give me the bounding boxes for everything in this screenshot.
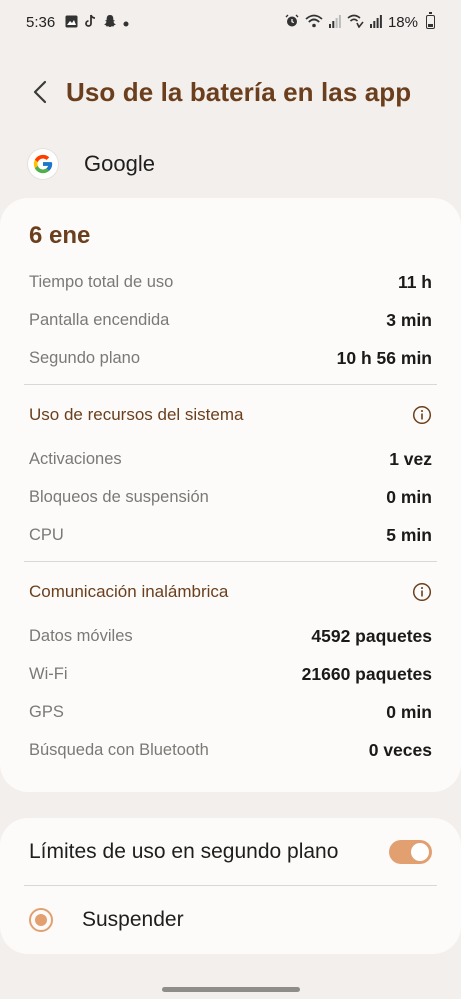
google-g-icon [28,149,58,179]
stat-value: 21660 paquetes [301,663,432,684]
stat-value: 3 min [386,309,432,330]
wifi-call-icon [347,14,364,30]
stat-value: 0 min [386,486,432,507]
app-header: Uso de la batería en las app [0,62,461,122]
section-title: Comunicación inalámbrica [29,582,229,601]
background-limits-toggle[interactable] [389,840,432,864]
background-limits-card: Límites de uso en segundo plano Suspende… [0,818,461,954]
stat-label: Datos móviles [29,626,133,645]
stat-label: Búsqueda con Bluetooth [29,740,209,759]
battery-icon [426,12,435,29]
stat-row-cpu: CPU 5 min [29,523,432,547]
gallery-icon [65,15,78,30]
stat-value: 0 veces [368,739,432,760]
stat-row-mobile-data: Datos móviles 4592 paquetes [29,624,432,648]
status-bar: 5:36 18% [0,0,461,44]
stat-label: Pantalla encendida [29,310,170,329]
radio-selected-dot [35,914,47,926]
alarm-icon [285,14,299,30]
page-title: Uso de la batería en las app [66,76,412,107]
section-title: Uso de recursos del sistema [29,405,244,424]
gesture-nav-handle[interactable] [162,987,300,992]
info-icon[interactable] [412,405,432,425]
chevron-left-icon [33,80,47,104]
stat-row-wakelocks: Bloqueos de suspensión 0 min [29,485,432,509]
stat-label: Activaciones [29,449,122,468]
app-info-row: Google [28,146,155,182]
divider [24,384,437,385]
divider [24,561,437,562]
stat-value: 0 min [386,701,432,722]
tiktok-icon [84,14,97,30]
stat-row-background: Segundo plano 10 h 56 min [29,346,432,370]
stat-label: Tiempo total de uso [29,272,174,291]
stat-value: 10 h 56 min [336,347,432,368]
usage-date: 6 ene [29,222,91,249]
wireless-header: Comunicación inalámbrica [29,580,432,604]
back-button[interactable] [20,72,60,112]
suspend-option[interactable]: Suspender [29,906,184,934]
battery-usage-card: 6 ene Tiempo total de uso 11 h Pantalla … [0,198,461,792]
background-limits-row[interactable]: Límites de uso en segundo plano [29,838,432,866]
stat-row-bluetooth-scan: Búsqueda con Bluetooth 0 veces [29,738,432,762]
toggle-knob [411,843,429,861]
stat-row-wifi: Wi-Fi 21660 paquetes [29,662,432,686]
divider [24,885,437,886]
stat-value: 5 min [386,524,432,545]
signal-icon [328,14,341,30]
stat-value: 1 vez [389,448,432,469]
stat-row-gps: GPS 0 min [29,700,432,724]
status-bar-left: 5:36 [26,14,129,31]
status-time: 5:36 [26,13,56,31]
status-bar-right: 18% [285,12,435,31]
battery-percent: 18% [387,13,418,31]
stat-label: CPU [29,525,64,544]
stat-label: Bloqueos de suspensión [29,487,209,506]
wifi-icon [305,14,323,30]
stat-label: Wi-Fi [29,664,68,683]
dot-icon [123,16,129,29]
stat-label: GPS [29,702,64,721]
stat-label: Segundo plano [29,348,141,367]
stat-value: 4592 paquetes [311,625,432,646]
system-resources-header: Uso de recursos del sistema [29,403,432,427]
signal-icon-2 [369,14,382,30]
snapchat-icon [103,14,117,30]
radio-button[interactable] [29,908,53,932]
suspend-option-label: Suspender [82,908,184,931]
stat-row-wakeups: Activaciones 1 vez [29,447,432,471]
background-limits-label: Límites de uso en segundo plano [29,840,339,863]
stat-row-total: Tiempo total de uso 11 h [29,270,432,294]
app-name: Google [84,151,155,176]
stat-value: 11 h [397,271,432,292]
info-icon[interactable] [412,582,432,602]
stat-row-screen-on: Pantalla encendida 3 min [29,308,432,332]
